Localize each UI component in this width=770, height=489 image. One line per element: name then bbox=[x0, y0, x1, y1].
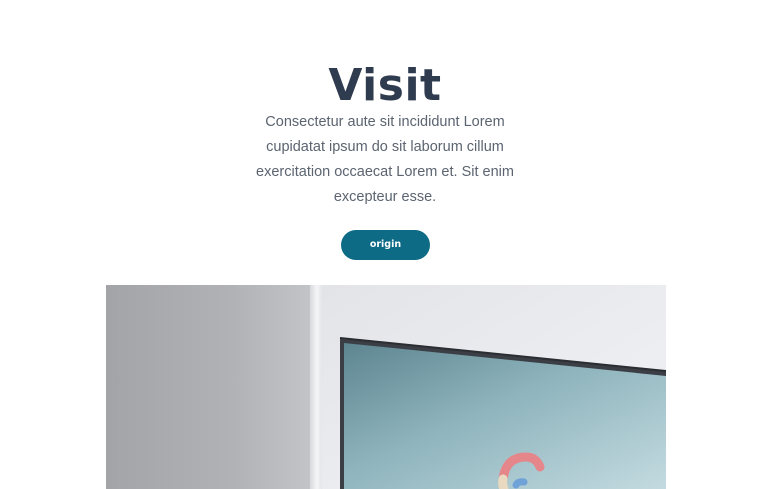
hero-description-line: excepteur esse. bbox=[333, 189, 437, 205]
hero-image bbox=[106, 285, 666, 489]
hero-description-line: exercitation occaecat Lorem et. Sit enim bbox=[256, 164, 514, 180]
hero-description-line: cupidatat ipsum do sit laborum cillum bbox=[266, 139, 504, 155]
tv-on-wall-photo bbox=[106, 285, 666, 489]
hero-title: Visit bbox=[328, 60, 442, 111]
page: Visit Consectetur aute sit incididunt Lo… bbox=[0, 0, 770, 489]
origin-button[interactable]: origin bbox=[341, 230, 430, 260]
hero-description-line: Consectetur aute sit incididunt Lorem bbox=[265, 114, 505, 130]
hero-description: Consectetur aute sit incididunt Lorem cu… bbox=[235, 110, 535, 210]
